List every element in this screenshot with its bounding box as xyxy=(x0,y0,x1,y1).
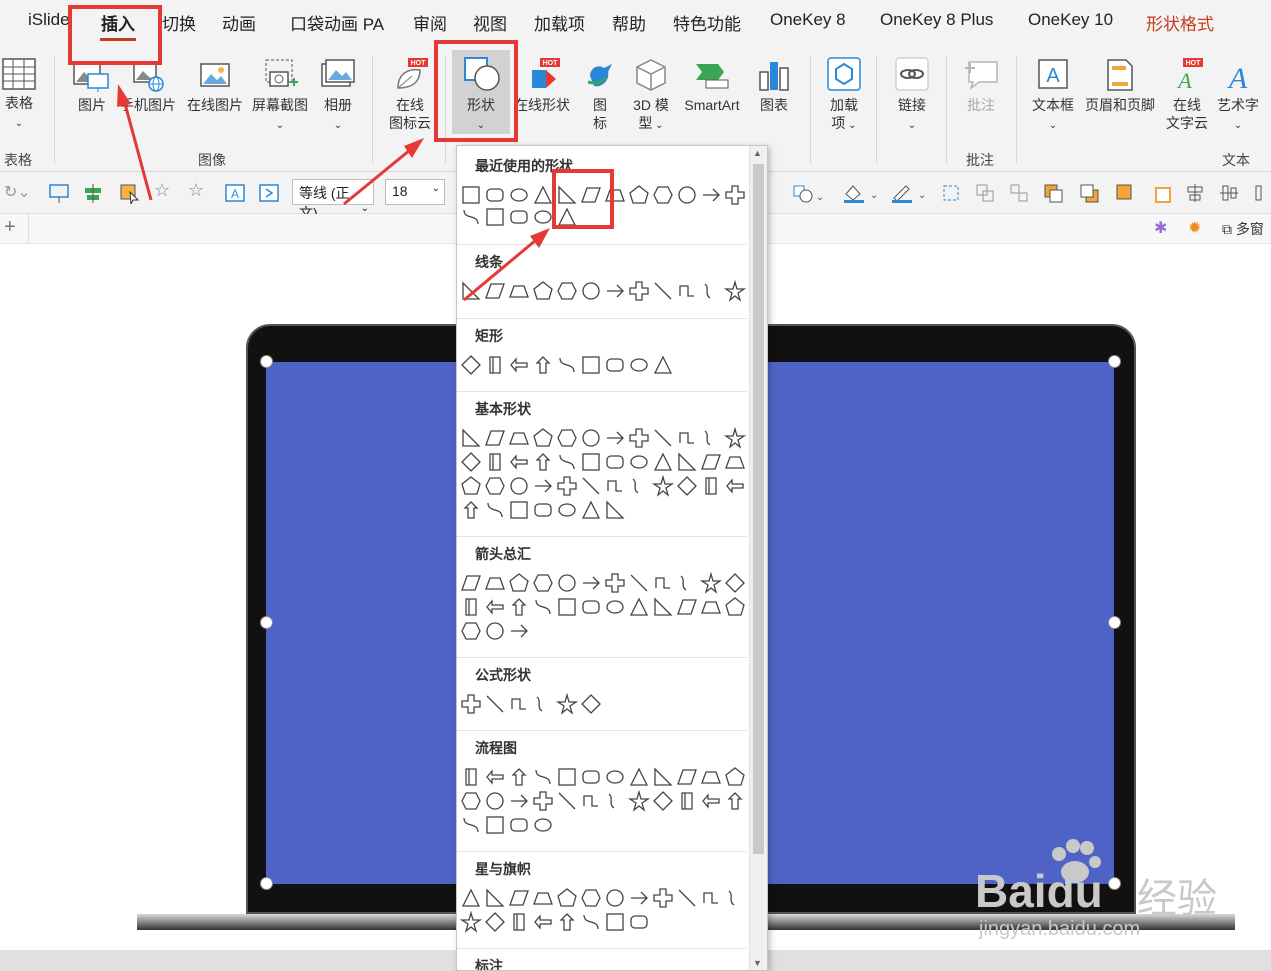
arrow-to-shapes-button xyxy=(343,148,411,206)
arrow-to-rectangle xyxy=(463,238,537,302)
annotation-arrows xyxy=(117,84,550,302)
arrowhead xyxy=(117,84,131,107)
arrowhead xyxy=(404,138,424,158)
arrow-to-insert-tab xyxy=(122,99,153,201)
arrowhead xyxy=(530,228,550,248)
